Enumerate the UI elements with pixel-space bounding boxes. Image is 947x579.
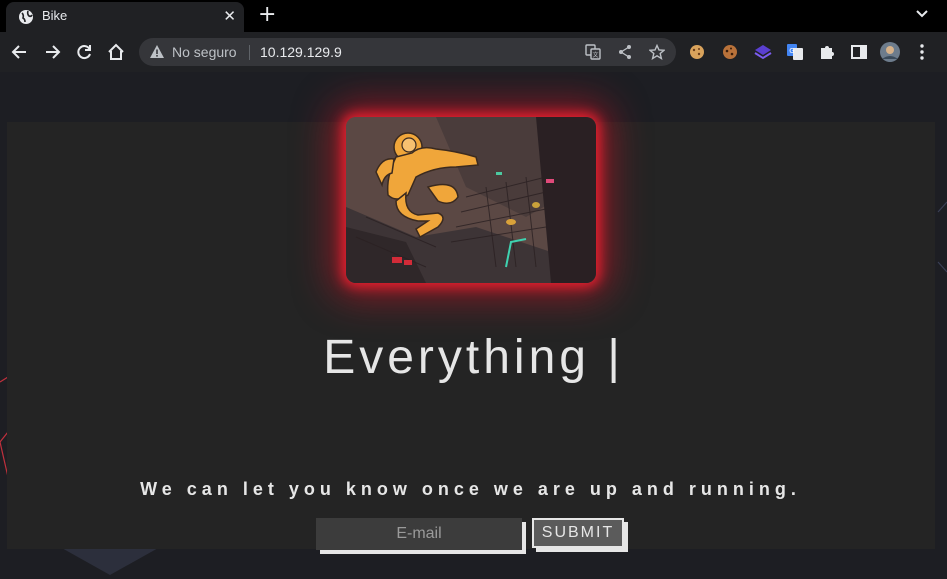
submit-button[interactable]: SUBMIT	[532, 518, 624, 548]
reload-icon[interactable]	[74, 42, 94, 62]
translate-icon[interactable]: 文	[585, 44, 601, 60]
wappalyzer-icon[interactable]	[753, 42, 773, 62]
address-bar[interactable]: No seguro 10.129.129.9 文	[139, 38, 676, 66]
svg-text:文: 文	[592, 51, 598, 59]
warning-icon[interactable]	[149, 44, 165, 60]
browser-toolbar: No seguro 10.129.129.9 文 4 G	[0, 32, 947, 97]
home-icon[interactable]	[106, 42, 126, 62]
page-content: Everything | We can let you know once we…	[0, 72, 947, 579]
share-icon[interactable]	[617, 44, 633, 60]
avatar[interactable]	[879, 41, 901, 63]
plus-icon[interactable]: +	[258, 4, 276, 26]
astronaut-illustration	[346, 117, 596, 283]
tab-bike[interactable]: Bike ✕	[6, 2, 244, 32]
google-translate-icon[interactable]: G	[785, 42, 805, 62]
cookie-editor-icon[interactable]	[720, 42, 740, 62]
omnibox-separator	[249, 45, 250, 60]
hero-image	[346, 117, 596, 283]
headline-typewriter: Everything |	[323, 331, 624, 384]
bookmark-star-icon[interactable]	[649, 44, 665, 60]
tagline-text: We can let you know once we are up and r…	[140, 479, 801, 499]
url-text[interactable]: 10.129.129.9	[260, 44, 342, 60]
cookie-extension-icon[interactable]	[687, 42, 707, 62]
tab-strip: Bike ✕ +	[0, 0, 947, 32]
kebab-menu-icon[interactable]	[912, 42, 932, 62]
email-field[interactable]	[316, 518, 522, 550]
side-panel-icon[interactable]	[849, 42, 869, 62]
chevron-down-icon[interactable]	[914, 6, 930, 22]
back-arrow-icon[interactable]	[10, 42, 30, 62]
security-label[interactable]: No seguro	[172, 44, 237, 60]
forward-arrow-icon[interactable]	[42, 42, 62, 62]
globe-icon	[19, 10, 33, 24]
puzzle-icon[interactable]	[817, 42, 837, 62]
svg-text:G: G	[789, 47, 794, 55]
tab-title: Bike	[42, 8, 68, 23]
close-icon[interactable]: ✕	[223, 8, 236, 24]
